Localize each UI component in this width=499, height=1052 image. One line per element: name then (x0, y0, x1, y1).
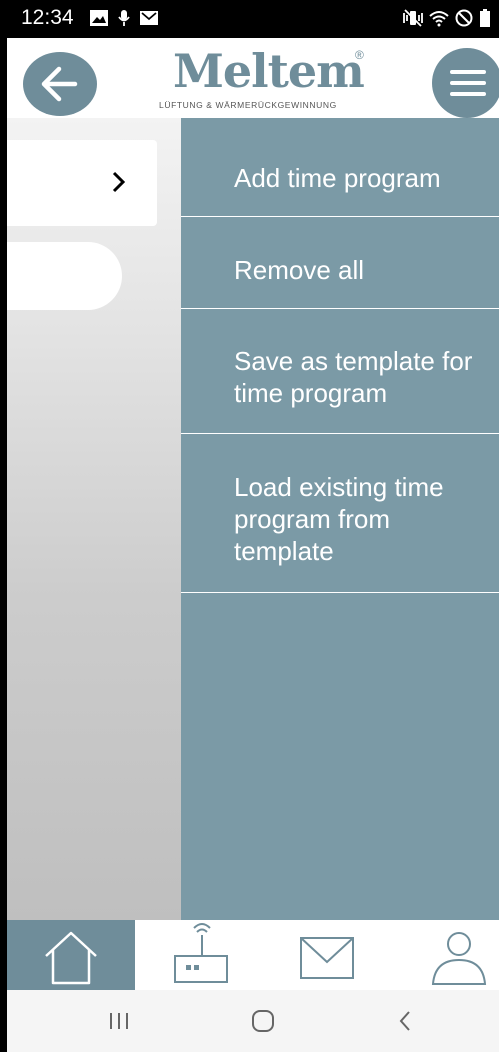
envelope-icon (300, 937, 354, 979)
options-drawer: Add time program Remove all Save as temp… (181, 118, 499, 920)
drawer-item-remove-all[interactable]: Remove all (181, 218, 499, 309)
back-nav-icon[interactable] (397, 1010, 413, 1032)
tab-messages[interactable] (297, 920, 359, 990)
system-nav-bar (7, 990, 499, 1052)
drawer-item-label: Add time program (234, 163, 441, 193)
logo-tagline: LÜFTUNG & WÄRMERÜCKGEWINNUNG (159, 100, 337, 110)
drawer-item-add-time-program[interactable]: Add time program (181, 118, 499, 217)
logo-wordmark: Meltem (173, 44, 365, 98)
router-icon (174, 923, 228, 983)
back-button[interactable] (23, 52, 97, 116)
battery-icon (480, 9, 490, 27)
house-icon (45, 931, 97, 985)
tab-device[interactable] (167, 920, 237, 990)
app-screen: 12:34 Meltem ® LÜFTUNG & WÄRMERÜCKGEWINN… (7, 0, 499, 1052)
chevron-right-icon (112, 171, 126, 193)
drawer-item-label: Save as template for time program (234, 346, 473, 408)
logo-registered-mark: ® (355, 48, 364, 62)
do-not-disturb-icon (455, 9, 473, 27)
mic-notification-icon (118, 10, 130, 26)
background-page (7, 118, 181, 920)
tab-home[interactable] (7, 920, 135, 990)
hamburger-icon (450, 70, 486, 96)
gallery-notification-icon (90, 10, 108, 26)
background-card[interactable] (7, 140, 157, 226)
meltem-logo: Meltem ® LÜFTUNG & WÄRMERÜCKGEWINNUNG (159, 44, 369, 114)
tab-profile[interactable] (429, 920, 489, 990)
status-time: 12:34 (21, 6, 74, 29)
wifi-icon (429, 11, 449, 27)
mute-vibrate-icon (403, 9, 423, 27)
drawer-item-label: Load existing time program from template (234, 472, 444, 566)
drawer-item-save-as-template[interactable]: Save as template for time program (181, 310, 499, 434)
menu-button[interactable] (432, 48, 499, 118)
home-nav-icon[interactable] (251, 1009, 275, 1033)
recent-apps-icon[interactable] (107, 1011, 131, 1031)
person-icon (431, 932, 487, 985)
status-bar: 12:34 (7, 0, 499, 38)
arrow-left-icon (41, 66, 78, 102)
drawer-item-label: Remove all (234, 255, 365, 285)
mail-notification-icon (140, 11, 158, 25)
bottom-tab-bar (7, 920, 499, 990)
background-pill[interactable] (7, 242, 122, 310)
drawer-item-load-template[interactable]: Load existing time program from template (181, 435, 499, 593)
app-header: Meltem ® LÜFTUNG & WÄRMERÜCKGEWINNUNG (7, 38, 499, 118)
